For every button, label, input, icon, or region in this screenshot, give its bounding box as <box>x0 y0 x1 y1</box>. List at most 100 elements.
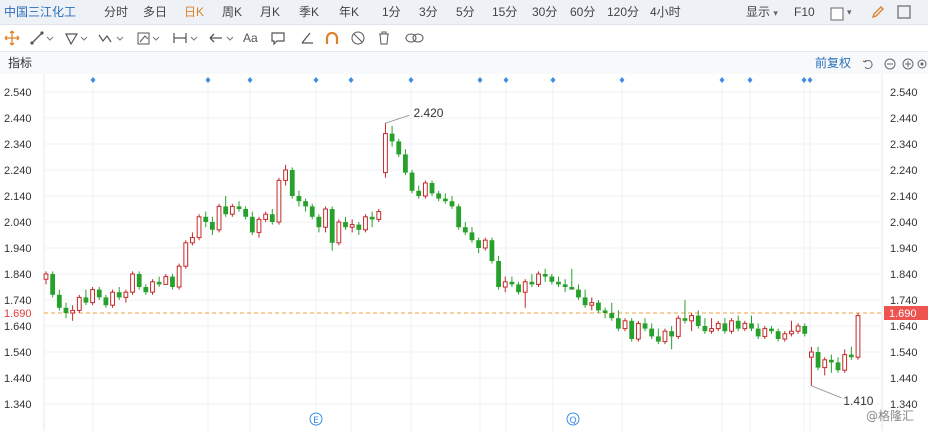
candle-body-up <box>822 359 828 369</box>
candle-body-down <box>749 323 754 329</box>
candle-body-down <box>815 352 821 368</box>
y-axis-label-right: 1.440 <box>890 373 918 385</box>
candle-body-up <box>422 182 428 197</box>
event-marker <box>550 77 556 83</box>
candle-body-up <box>809 351 814 358</box>
link-icon[interactable] <box>404 28 426 48</box>
candle-body-down <box>303 201 308 207</box>
period-15min[interactable]: 15分 <box>492 0 517 24</box>
indicator-button[interactable]: 指标 <box>8 52 32 74</box>
event-marker <box>348 77 354 83</box>
candle-body-up <box>536 273 541 285</box>
period-5min[interactable]: 5分 <box>456 0 475 24</box>
adjust-select[interactable]: 前复权 <box>815 52 851 74</box>
candle-body-down <box>682 318 688 321</box>
fullscreen-icon[interactable] <box>896 4 912 20</box>
current-price-tag-right: 1.690 <box>889 308 917 320</box>
low-annotation-line <box>811 385 842 399</box>
candle-body-down <box>462 227 468 233</box>
candle-body-down <box>329 209 335 243</box>
stock-name[interactable]: 中国三江化工 <box>4 0 76 24</box>
period-60min[interactable]: 60分 <box>570 0 595 24</box>
candle-body-up <box>336 221 342 244</box>
event-marker <box>477 77 483 83</box>
period-3min[interactable]: 3分 <box>419 0 438 24</box>
candle-body-down <box>316 216 322 228</box>
candle-body-down <box>356 224 362 230</box>
wave-tool-icon[interactable] <box>98 28 124 48</box>
drawing-toolbar: Aa <box>0 25 928 52</box>
candle-body-up <box>256 218 262 233</box>
candle-body-down <box>835 362 841 371</box>
candle-body-up <box>163 276 169 285</box>
candle-body-down <box>596 302 601 311</box>
candle-body-up <box>190 237 195 244</box>
measure-tool-icon[interactable] <box>136 28 160 48</box>
comment-icon[interactable] <box>270 28 286 48</box>
pencil-icon[interactable] <box>870 4 886 20</box>
period-duori[interactable]: 多日 <box>143 0 167 24</box>
candle-body-down <box>442 198 448 202</box>
candle-body-down <box>582 297 588 306</box>
event-marker <box>807 77 813 83</box>
candle-body-down <box>549 276 555 282</box>
candle-body-down <box>289 170 295 196</box>
angle-icon[interactable] <box>300 28 316 48</box>
y-axis-label-left: 1.740 <box>4 295 32 307</box>
line-tool-icon[interactable] <box>30 28 54 48</box>
indicator-bar: 指标 前复权 <box>0 52 928 74</box>
candle-body-down <box>802 326 808 334</box>
display-menu[interactable]: 显示 ▾ <box>746 0 778 24</box>
text-tool-button[interactable]: Aa <box>243 28 258 48</box>
candle-body-down <box>755 328 761 337</box>
period-year-k[interactable]: 年K <box>339 0 359 24</box>
period-month-k[interactable]: 月K <box>260 0 280 24</box>
period-30min[interactable]: 30分 <box>532 0 557 24</box>
candle-body-down <box>489 240 495 261</box>
chevron-down-icon[interactable]: ▾ <box>847 0 852 24</box>
period-week-k[interactable]: 周K <box>222 0 242 24</box>
candle-body-up <box>482 239 488 249</box>
candle-body-up <box>323 208 328 228</box>
candle-body-up <box>715 322 721 330</box>
candle-body-down <box>542 274 548 277</box>
trash-icon[interactable] <box>376 28 392 48</box>
magnet-icon[interactable] <box>324 28 340 48</box>
candle-body-down <box>655 336 661 342</box>
candle-body-down <box>343 222 348 228</box>
arrow-left-icon[interactable] <box>208 28 234 48</box>
undo-icon[interactable] <box>862 57 874 69</box>
channel-tool-icon[interactable] <box>64 28 88 48</box>
candle-body-down <box>96 289 102 298</box>
watermark-text: @格隆汇 <box>866 408 914 423</box>
zoom-in-icon[interactable] <box>902 57 914 70</box>
period-day-k[interactable]: 日K <box>184 0 204 24</box>
period-fenshi[interactable]: 分时 <box>104 0 128 24</box>
period-1min[interactable]: 1分 <box>382 0 401 24</box>
candle-body-down <box>695 315 701 326</box>
candle-body-down <box>529 281 535 285</box>
event-marker <box>247 77 253 83</box>
checkbox-icon[interactable] <box>830 5 844 21</box>
candle-body-down <box>56 294 62 308</box>
zoom-out-icon[interactable] <box>884 57 896 70</box>
candlestick-chart[interactable]: 2.540 2.540 2.440 2.440 2.340 2.340 2.240 2.240… <box>0 74 928 431</box>
candle-body-down <box>170 276 175 287</box>
y-axis-label-left: 1.940 <box>4 243 32 255</box>
settings-icon[interactable] <box>916 57 928 69</box>
y-axis-label-left: 2.140 <box>4 191 32 203</box>
period-120min[interactable]: 120分 <box>607 0 639 24</box>
candle-body-down <box>649 328 655 337</box>
period-4hour[interactable]: 4小时 <box>650 0 681 24</box>
range-tool-icon[interactable] <box>172 28 198 48</box>
candle-body-down <box>243 209 249 217</box>
candle-body-up <box>383 133 388 174</box>
f10-button[interactable]: F10 <box>794 0 815 24</box>
move-crosshair-icon[interactable] <box>4 28 20 48</box>
y-axis-label-right: 1.740 <box>890 295 918 307</box>
period-quarter-k[interactable]: 季K <box>299 0 319 24</box>
candle-body-down <box>203 216 209 222</box>
candle-body-up <box>789 330 794 335</box>
lock-icon[interactable] <box>350 28 366 48</box>
y-axis-label-left: 2.240 <box>4 165 32 177</box>
